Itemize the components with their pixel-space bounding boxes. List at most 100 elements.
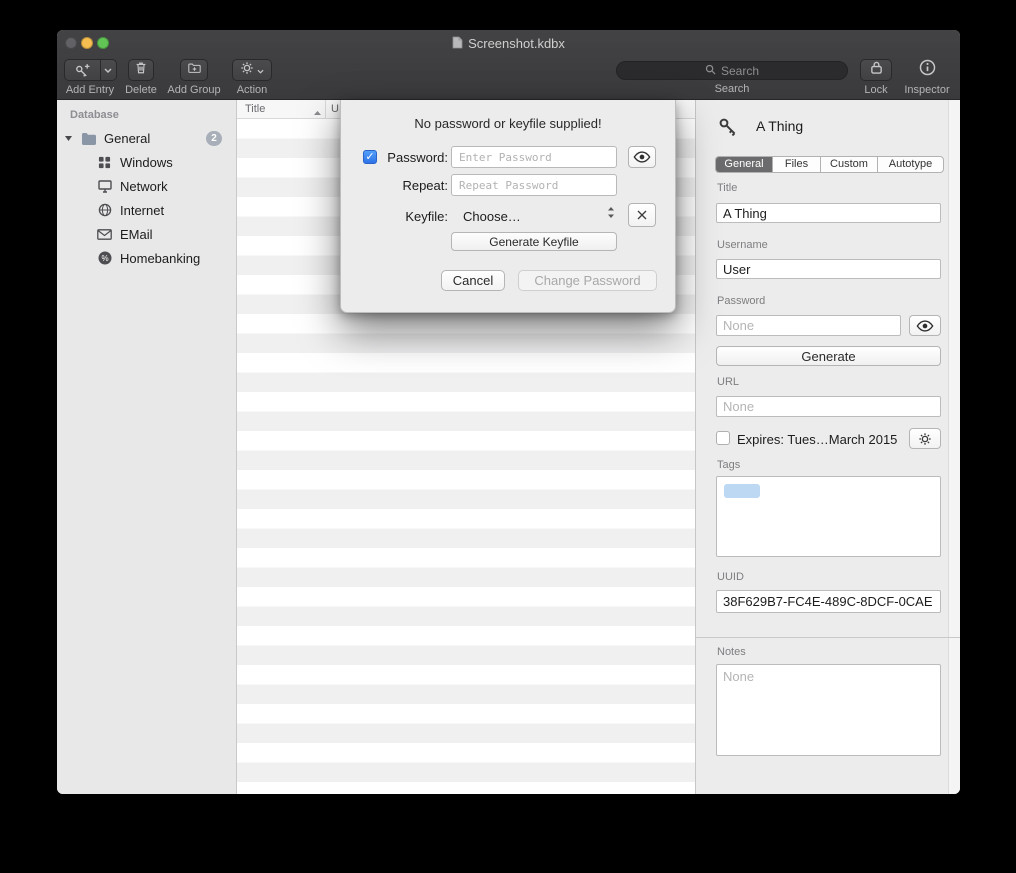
uuid-label: UUID	[717, 571, 744, 583]
sort-ascending-icon	[313, 107, 322, 119]
sidebar-item-network[interactable]: Network	[57, 175, 236, 197]
grid-icon	[96, 156, 113, 169]
inspector-group: Inspector	[900, 59, 954, 96]
delete-group: Delete	[121, 59, 161, 96]
search-placeholder: Search	[721, 64, 759, 78]
tab-files[interactable]: Files	[773, 157, 821, 172]
keyfile-popup[interactable]: Choose…	[463, 209, 521, 224]
notes-field[interactable]	[716, 664, 941, 756]
toolbar: Add Entry Delete Add Group Action	[57, 57, 960, 100]
tab-autotype[interactable]: Autotype	[878, 157, 943, 172]
add-entry-group: Add Entry	[61, 59, 119, 96]
sidebar-item-homebanking[interactable]: % Homebanking	[57, 247, 236, 269]
tags-box[interactable]	[716, 476, 941, 557]
svg-text:%: %	[101, 254, 108, 263]
folder-plus-icon	[187, 61, 202, 80]
envelope-icon	[96, 229, 113, 240]
action-label: Action	[237, 84, 268, 96]
action-button[interactable]	[232, 59, 272, 81]
sidebar-item-label: Windows	[120, 155, 173, 170]
expires-checkbox[interactable]	[716, 431, 730, 445]
lock-button[interactable]	[860, 59, 892, 81]
cancel-button[interactable]: Cancel	[441, 270, 505, 291]
stepper-icon[interactable]	[607, 206, 615, 224]
document-icon	[452, 36, 463, 52]
add-group-label: Add Group	[167, 84, 220, 96]
folder-icon	[80, 132, 97, 145]
disclosure-triangle-icon[interactable]	[64, 135, 76, 142]
entry-key-icon	[718, 117, 738, 142]
username-field-label: Username	[717, 239, 768, 251]
action-group: Action	[227, 59, 277, 96]
sheet-repeat-input[interactable]	[451, 174, 617, 196]
inspector-button[interactable]	[919, 59, 936, 81]
info-circle-icon	[919, 59, 936, 81]
search-caption: Search	[715, 83, 750, 95]
entry-title: A Thing	[756, 118, 803, 134]
sidebar-item-label: Homebanking	[120, 251, 200, 266]
lock-group: Lock	[856, 59, 896, 96]
inspector-panel: A Thing General Files Custom Autotype Ti…	[695, 100, 960, 794]
sidebar-group-label: General	[104, 131, 150, 146]
expires-label: Expires: Tues…March 2015	[737, 432, 897, 447]
add-entry-dropdown[interactable]	[100, 60, 116, 80]
column-divider[interactable]	[325, 100, 326, 118]
sidebar-item-windows[interactable]: Windows	[57, 151, 236, 173]
password-enabled-checkbox[interactable]	[363, 150, 377, 164]
reveal-password-button[interactable]	[909, 315, 941, 336]
sheet-password-label: Password:	[379, 150, 448, 165]
search-group: Search Search	[616, 59, 848, 95]
sidebar-item-label: Internet	[120, 203, 164, 218]
sidebar-group-general[interactable]: General 2	[57, 127, 236, 149]
sidebar-item-label: Network	[120, 179, 168, 194]
add-group-button[interactable]	[180, 59, 208, 81]
chevron-down-icon	[257, 61, 264, 79]
notes-label: Notes	[717, 646, 746, 658]
lock-label: Lock	[864, 84, 887, 96]
sidebar-item-email[interactable]: EMail	[57, 223, 236, 245]
inspector-scrollbar[interactable]	[948, 100, 960, 794]
search-input[interactable]: Search	[616, 61, 848, 80]
window-title: Screenshot.kdbx	[468, 36, 565, 51]
change-password-sheet: No password or keyfile supplied! Passwor…	[340, 100, 676, 313]
title-field-label: Title	[717, 182, 737, 194]
entry-count-badge: 2	[206, 131, 222, 146]
clear-keyfile-button[interactable]	[628, 203, 656, 227]
delete-button[interactable]	[128, 59, 154, 81]
key-plus-icon[interactable]	[65, 60, 100, 80]
tags-label: Tags	[717, 459, 740, 471]
trash-icon	[134, 60, 148, 80]
sidebar-item-internet[interactable]: Internet	[57, 199, 236, 221]
url-field[interactable]	[716, 396, 941, 417]
add-entry-button[interactable]	[64, 59, 117, 81]
column-header-username[interactable]: U	[331, 100, 339, 119]
tab-general[interactable]: General	[716, 157, 773, 172]
password-field[interactable]	[716, 315, 901, 336]
inspector-tabs: General Files Custom Autotype	[715, 156, 944, 173]
percent-circle-icon: %	[96, 251, 113, 265]
window-title-wrap: Screenshot.kdbx	[57, 30, 960, 57]
uuid-field[interactable]	[716, 590, 941, 613]
sidebar-section-header: Database	[70, 109, 119, 121]
expires-gear-button[interactable]	[909, 428, 941, 449]
sheet-password-input[interactable]	[451, 146, 617, 168]
titlebar[interactable]: Screenshot.kdbx	[57, 30, 960, 57]
inspector-label: Inspector	[904, 84, 949, 96]
delete-label: Delete	[125, 84, 157, 96]
title-field[interactable]	[716, 203, 941, 223]
sidebar: Database General 2 Windows Network Inter…	[57, 100, 237, 794]
change-password-button[interactable]: Change Password	[518, 270, 657, 291]
sheet-reveal-password-button[interactable]	[628, 146, 656, 168]
gear-icon	[240, 61, 254, 80]
sheet-keyfile-label: Keyfile:	[379, 209, 448, 224]
username-field[interactable]	[716, 259, 941, 279]
tag-chip[interactable]	[724, 484, 760, 498]
monitor-icon	[96, 180, 113, 193]
globe-icon	[96, 203, 113, 217]
tab-custom[interactable]: Custom	[821, 157, 878, 172]
generate-keyfile-button[interactable]: Generate Keyfile	[451, 232, 617, 251]
generate-password-button[interactable]: Generate	[716, 346, 941, 366]
column-header-title[interactable]: Title	[245, 100, 265, 119]
window-chrome: Screenshot.kdbx Add Entry Delete	[57, 30, 960, 100]
password-field-label: Password	[717, 295, 765, 307]
